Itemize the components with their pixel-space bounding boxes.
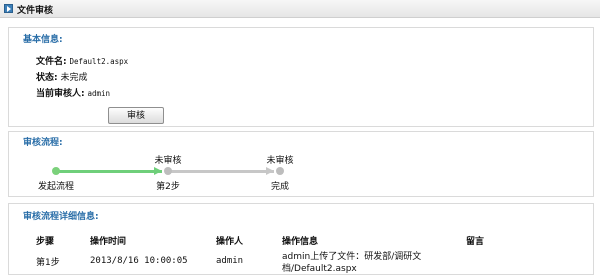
cell-operator: admin xyxy=(216,256,244,266)
filename-row: 文件名: Default2.aspx xyxy=(36,54,128,67)
flow-arrow-icon xyxy=(266,167,274,175)
flow-step-status: 未审核 xyxy=(266,156,294,166)
column-header-info: 操作信息 xyxy=(282,237,319,247)
detail-title: 审核流程详细信息: xyxy=(23,212,99,222)
column-header-time: 操作时间 xyxy=(90,237,127,247)
flow-title: 审核流程: xyxy=(23,138,63,148)
column-header-operator: 操作人 xyxy=(216,237,244,247)
flow-arrow-icon xyxy=(154,167,162,175)
basic-info-title: 基本信息: xyxy=(23,35,63,45)
page-title: 文件审核 xyxy=(17,6,54,16)
reviewer-row: 当前审核人: admin xyxy=(36,86,110,99)
status-row: 状态: 未完成 xyxy=(36,70,88,83)
flow-step-label: 第2步 xyxy=(156,182,180,192)
filename-label: 文件名: xyxy=(36,57,67,67)
status-value: 未完成 xyxy=(60,73,88,83)
flow-step-status: 未审核 xyxy=(154,156,182,166)
column-header-step: 步骤 xyxy=(36,237,55,247)
cell-step: 第1步 xyxy=(36,258,60,268)
status-label: 状态: xyxy=(36,73,58,83)
cell-time: 2013/8/16 10:00:05 xyxy=(90,256,188,266)
reviewer-label: 当前审核人: xyxy=(36,89,85,99)
reviewer-value: admin xyxy=(87,89,111,98)
window-titlebar: 文件审核 xyxy=(0,0,600,18)
flow-step-label: 发起流程 xyxy=(37,182,74,192)
flow-step-label: 完成 xyxy=(270,182,289,192)
expand-arrow-icon[interactable] xyxy=(4,4,13,13)
cell-info-line2: 档/Default2.aspx xyxy=(282,264,357,274)
flow-step-dot xyxy=(276,167,284,175)
flow-track-done xyxy=(58,170,162,173)
column-header-message: 留言 xyxy=(466,237,485,247)
flow-step-dot xyxy=(164,167,172,175)
flow-track-pending xyxy=(170,170,274,173)
review-button[interactable]: 审核 xyxy=(108,107,164,124)
flow-step-dot xyxy=(52,167,60,175)
filename-value: Default2.aspx xyxy=(69,57,129,66)
basic-info-panel xyxy=(8,27,594,127)
